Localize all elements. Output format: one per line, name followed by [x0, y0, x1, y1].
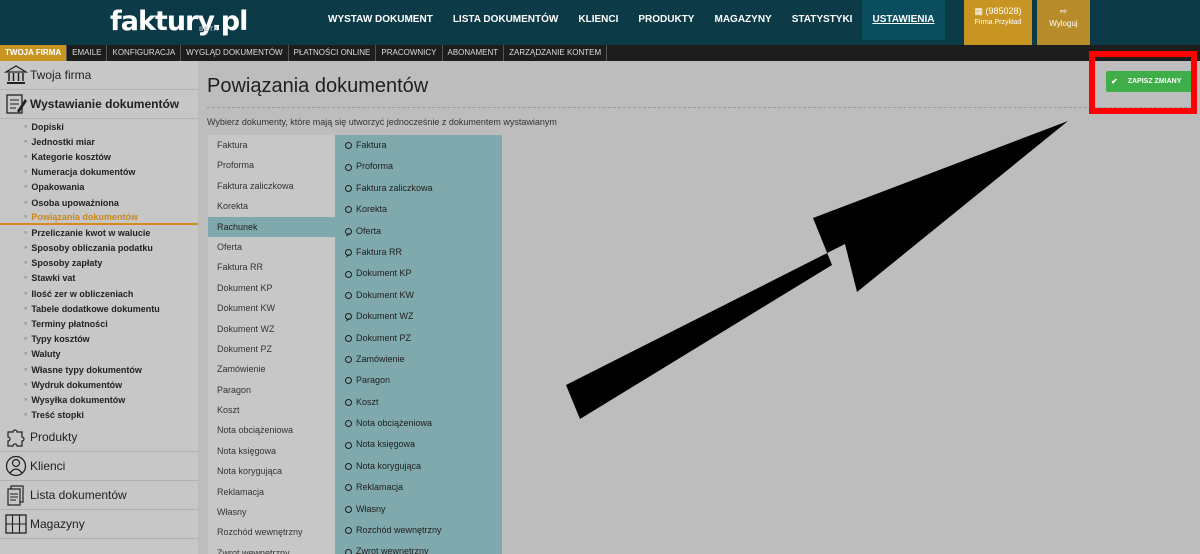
annotation-arrow-icon — [566, 121, 1068, 419]
save-button-highlight — [1089, 51, 1197, 114]
